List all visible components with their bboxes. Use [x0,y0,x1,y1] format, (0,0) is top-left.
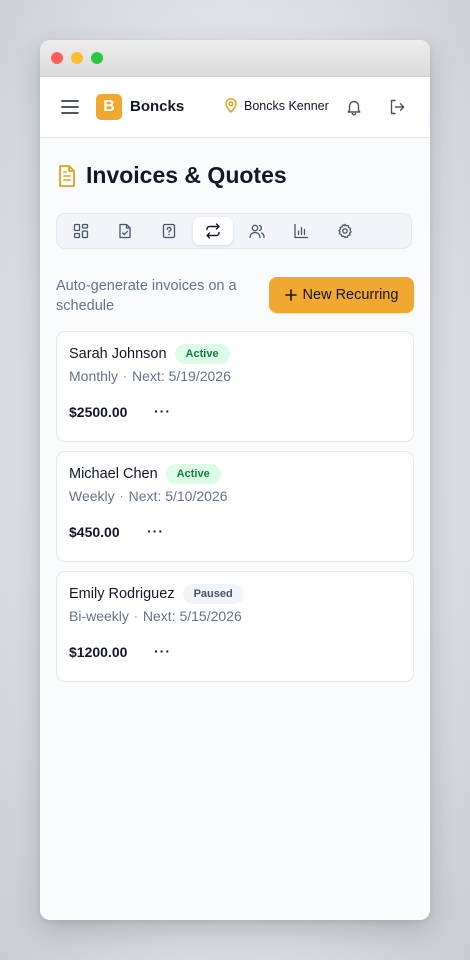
frequency: Weekly [69,488,115,504]
tab-quotes[interactable] [149,217,189,245]
grid-icon [73,223,89,239]
client-name: Emily Rodriguez [69,586,175,602]
schedule-info: Bi-weekly · Next: 5/15/2026 [69,608,242,624]
users-icon [249,224,265,239]
recurring-card[interactable]: Michael Chen Active Weekly · Next: 5/10/… [56,451,414,562]
client-name: Michael Chen [69,466,158,482]
section-tabs [56,213,412,249]
more-options-icon[interactable]: ··· [154,644,171,658]
document-icon [59,164,75,187]
tab-settings[interactable] [325,217,365,245]
brand-logo: B [96,94,122,120]
schedule-info: Monthly · Next: 5/19/2026 [69,368,231,384]
next-date: Next: 5/10/2026 [128,488,228,504]
separator: · [133,609,138,623]
more-options-icon[interactable]: ··· [147,524,164,538]
app-window: B Boncks Boncks Kenner Invoices & Quotes [40,40,430,920]
minimize-window-button[interactable] [71,52,83,64]
amount: $1200.00 [69,644,128,660]
location-selector[interactable]: Boncks Kenner [224,98,329,113]
app-header: B Boncks Boncks Kenner [40,77,430,138]
plus-icon [284,289,297,301]
new-recurring-label: New Recurring [302,287,399,303]
frequency: Bi-weekly [69,608,129,624]
file-question-icon [162,223,176,239]
section-description: Auto-generate invoices on a schedule [56,278,237,314]
maximize-window-button[interactable] [91,52,103,64]
page-title: Invoices & Quotes [86,162,287,188]
amount: $450.00 [69,524,120,540]
close-window-button[interactable] [51,52,63,64]
bar-chart-icon [294,223,309,239]
recurring-card[interactable]: Sarah Johnson Active Monthly · Next: 5/1… [56,331,414,442]
status-badge: Active [165,464,221,484]
status-badge: Active [174,344,230,364]
next-date: Next: 5/15/2026 [142,608,242,624]
new-recurring-button[interactable]: New Recurring [269,277,414,313]
client-name: Sarah Johnson [69,346,167,362]
tab-reports[interactable] [281,217,321,245]
bell-icon[interactable] [345,98,363,116]
brand-logo-letter: B [103,98,115,115]
menu-icon[interactable] [60,97,80,117]
amount: $2500.00 [69,404,128,420]
logout-icon[interactable] [388,98,406,116]
file-check-icon [119,223,131,239]
schedule-info: Weekly · Next: 5/10/2026 [69,488,228,504]
gear-icon [338,223,352,239]
page-header: Invoices & Quotes [56,162,287,189]
recurring-list: Sarah Johnson Active Monthly · Next: 5/1… [56,331,414,691]
separator: · [123,369,128,383]
more-options-icon[interactable]: ··· [154,404,171,418]
separator: · [119,489,124,503]
map-pin-icon [225,98,237,113]
window-titlebar [40,40,430,77]
brand-name: Boncks [130,98,185,115]
tab-invoices[interactable] [105,217,145,245]
tab-recurring[interactable] [193,217,233,245]
status-badge: Paused [182,584,244,604]
next-date: Next: 5/19/2026 [132,368,231,384]
tab-clients[interactable] [237,217,277,245]
repeat-icon [206,223,220,239]
location-name: Boncks Kenner [244,98,329,113]
frequency: Monthly [69,368,119,384]
tab-dashboard[interactable] [61,217,101,245]
recurring-card[interactable]: Emily Rodriguez Paused Bi-weekly · Next:… [56,571,414,682]
